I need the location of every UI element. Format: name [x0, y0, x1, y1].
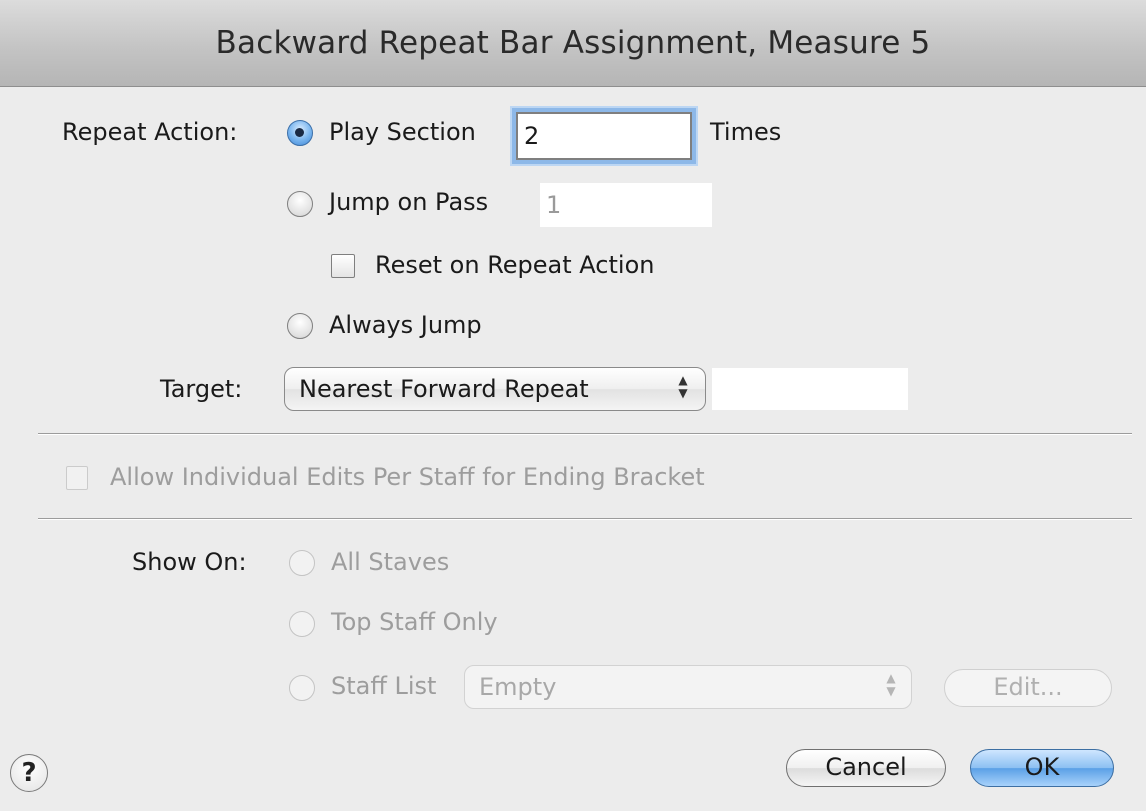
edit-button[interactable]: Edit... — [944, 669, 1112, 707]
always-jump-radio[interactable] — [287, 313, 313, 339]
target-value-field[interactable] — [712, 368, 908, 410]
play-section-label: Play Section — [329, 118, 476, 146]
repeat-action-label: Repeat Action: — [62, 118, 238, 146]
always-jump-label: Always Jump — [329, 311, 482, 339]
target-popup-value: Nearest Forward Repeat — [299, 375, 589, 403]
all-staves-radio[interactable] — [289, 550, 315, 576]
all-staves-label: All Staves — [331, 548, 450, 576]
staff-list-stepper-icon: ▲ ▼ — [886, 671, 896, 698]
show-on-label: Show On: — [132, 548, 247, 576]
play-section-radio[interactable] — [287, 120, 313, 146]
help-button[interactable]: ? — [10, 754, 48, 792]
jump-on-pass-radio[interactable] — [287, 191, 313, 217]
staff-list-radio[interactable] — [289, 675, 315, 701]
allow-individual-edits-checkbox[interactable] — [66, 466, 88, 490]
title-bar: Backward Repeat Bar Assignment, Measure … — [0, 0, 1146, 87]
allow-individual-edits-label: Allow Individual Edits Per Staff for End… — [110, 463, 705, 491]
dialog-title: Backward Repeat Bar Assignment, Measure … — [215, 25, 931, 61]
divider-top — [38, 433, 1132, 435]
top-staff-only-radio[interactable] — [289, 611, 315, 637]
jump-on-pass-input[interactable]: 1 — [540, 183, 712, 227]
target-label: Target: — [160, 375, 243, 403]
jump-on-pass-label: Jump on Pass — [329, 188, 489, 216]
staff-list-popup-value: Empty — [479, 673, 557, 701]
times-label: Times — [710, 118, 782, 146]
reset-on-repeat-label: Reset on Repeat Action — [375, 251, 655, 279]
staff-list-label: Staff List — [331, 672, 437, 700]
divider-bottom — [38, 518, 1132, 520]
reset-on-repeat-checkbox[interactable] — [331, 254, 355, 278]
repeat-assignment-dialog: Backward Repeat Bar Assignment, Measure … — [0, 0, 1146, 811]
popup-stepper-icon: ▲ ▼ — [678, 373, 688, 400]
top-staff-only-label: Top Staff Only — [331, 608, 498, 636]
ok-button[interactable]: OK — [970, 749, 1114, 787]
cancel-button[interactable]: Cancel — [786, 749, 946, 787]
target-popup[interactable]: Nearest Forward Repeat ▲ ▼ — [284, 367, 706, 411]
play-section-times-input[interactable]: 2 — [516, 112, 692, 160]
staff-list-popup[interactable]: Empty ▲ ▼ — [464, 665, 912, 709]
